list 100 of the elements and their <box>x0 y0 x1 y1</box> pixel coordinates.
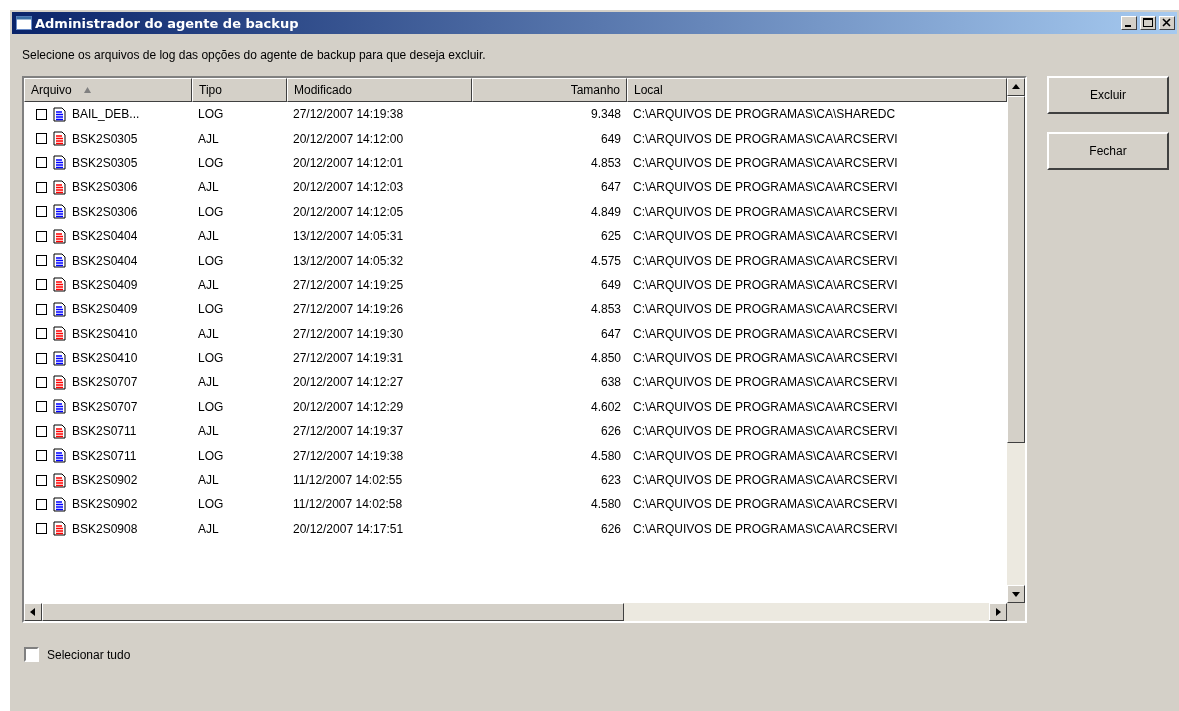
table-cell-text: LOG <box>197 399 225 414</box>
row-checkbox[interactable] <box>36 303 47 315</box>
row-checkbox[interactable] <box>36 108 47 120</box>
delete-button[interactable]: Excluir <box>1047 76 1169 114</box>
table-cell-text: LOG <box>197 155 225 170</box>
table-cell-text: 27/12/2007 14:19:31 <box>292 351 405 366</box>
maximize-icon[interactable] <box>1140 16 1156 30</box>
table-cell-text: C:\ARQUIVOS DE PROGRAMAS\CA\ARCSERVI <box>632 375 899 390</box>
table-cell-text: C:\ARQUIVOS DE PROGRAMAS\CA\ARCSERVI <box>632 155 899 170</box>
table-cell-text: AJL <box>197 375 220 390</box>
row-checkbox[interactable] <box>36 181 47 193</box>
document-icon <box>53 155 66 171</box>
document-icon <box>53 399 66 415</box>
table-cell-text: C:\ARQUIVOS DE PROGRAMAS\CA\ARCSERVI <box>632 277 899 292</box>
document-icon <box>53 106 66 122</box>
document-icon <box>53 228 66 244</box>
document-icon <box>53 423 66 439</box>
document-icon <box>53 350 66 366</box>
table-cell-text: 20/12/2007 14:12:03 <box>292 180 405 195</box>
file-name-cell: BSK2S0305 <box>72 155 138 170</box>
column-header[interactable]: Local <box>627 78 1007 102</box>
table-cell-text: C:\ARQUIVOS DE PROGRAMAS\CA\ARCSERVI <box>632 497 899 512</box>
table-cell-text: 20/12/2007 14:12:01 <box>292 155 405 170</box>
document-icon <box>53 521 66 537</box>
document-icon <box>53 301 66 317</box>
file-name-cell: BSK2S0902 <box>72 473 138 488</box>
close-icon[interactable] <box>1159 16 1175 30</box>
table-cell-text: 13/12/2007 14:05:31 <box>292 229 405 244</box>
document-icon <box>53 253 66 269</box>
table-cell-text: LOG <box>197 253 225 268</box>
row-checkbox[interactable] <box>36 498 47 510</box>
row-checkbox[interactable] <box>36 377 47 388</box>
file-name-cell: BSK2S0404 <box>72 229 138 244</box>
table-cell-text: C:\ARQUIVOS DE PROGRAMAS\CA\ARCSERVI <box>632 180 899 195</box>
row-checkbox[interactable] <box>36 474 47 486</box>
select-all-label[interactable]: Selecionar tudo <box>47 647 131 662</box>
row-checkbox[interactable] <box>36 328 47 340</box>
row-checkbox[interactable] <box>36 523 47 535</box>
file-name-cell: BAIL_DEB... <box>72 107 140 122</box>
row-checkbox[interactable] <box>36 401 47 413</box>
table-cell-text: 4.580 <box>589 448 622 463</box>
row-checkbox[interactable] <box>36 133 47 145</box>
table-cell-text: 623 <box>599 473 622 488</box>
table-cell-text: LOG <box>197 107 225 122</box>
window-icon <box>16 16 32 30</box>
row-checkbox[interactable] <box>36 425 47 437</box>
table-cell-text: C:\ARQUIVOS DE PROGRAMAS\CA\ARCSERVI <box>632 448 899 463</box>
file-name-cell: BSK2S0410 <box>72 351 138 366</box>
file-name-cell: BSK2S0305 <box>72 131 138 146</box>
table-cell-text: C:\ARQUIVOS DE PROGRAMAS\CA\ARCSERVI <box>632 473 899 488</box>
scroll-left-icon[interactable] <box>24 603 42 621</box>
table-cell-text: 638 <box>599 375 622 390</box>
row-checkbox[interactable] <box>36 230 47 242</box>
file-name-cell: BSK2S0707 <box>72 375 138 390</box>
select-all-checkbox[interactable] <box>24 647 39 662</box>
column-header[interactable]: Arquivo <box>24 78 192 102</box>
table-cell-text: 649 <box>599 131 622 146</box>
table-cell-text: AJL <box>197 229 220 244</box>
table-cell-text: 20/12/2007 14:12:29 <box>292 399 405 414</box>
table-cell-text: AJL <box>197 473 220 488</box>
document-icon <box>53 179 66 195</box>
table-cell-text: 9.348 <box>589 107 622 122</box>
close-button[interactable]: Fechar <box>1047 132 1169 170</box>
row-checkbox[interactable] <box>36 255 47 267</box>
file-name-cell: BSK2S0409 <box>72 277 138 292</box>
row-checkbox[interactable] <box>36 157 47 169</box>
horizontal-scrollbar[interactable] <box>24 603 1007 621</box>
scroll-thumb[interactable] <box>42 603 624 621</box>
document-icon <box>53 326 66 342</box>
row-checkbox[interactable] <box>36 206 47 218</box>
scroll-right-icon[interactable] <box>989 603 1007 621</box>
table-cell-text: C:\ARQUIVOS DE PROGRAMAS\CA\ARCSERVI <box>632 326 899 341</box>
file-name-cell: BSK2S0306 <box>72 204 138 219</box>
scroll-down-icon[interactable] <box>1007 585 1025 603</box>
column-header[interactable]: Modificado <box>287 78 472 102</box>
table-cell-text: C:\ARQUIVOS DE PROGRAMAS\CA\ARCSERVI <box>632 521 899 536</box>
table-cell-text: 625 <box>599 229 622 244</box>
column-header[interactable]: Tamanho <box>472 78 627 102</box>
table-cell-text: 27/12/2007 14:19:38 <box>292 107 405 122</box>
table-cell-text: 20/12/2007 14:12:00 <box>292 131 405 146</box>
vertical-scrollbar[interactable] <box>1007 78 1025 603</box>
table-cell-text: LOG <box>197 302 225 317</box>
scroll-thumb[interactable] <box>1007 96 1025 443</box>
row-checkbox[interactable] <box>36 450 47 462</box>
table-cell-text: 647 <box>599 180 622 195</box>
table-cell-text: AJL <box>197 131 220 146</box>
column-header[interactable]: Tipo <box>192 78 287 102</box>
file-name-cell: BSK2S0711 <box>72 448 137 463</box>
file-name-cell: BSK2S0711 <box>72 424 137 439</box>
row-checkbox[interactable] <box>36 352 47 364</box>
table-cell-text: 4.580 <box>589 497 622 512</box>
table-cell-text: 27/12/2007 14:19:30 <box>292 326 405 341</box>
table-cell-text: 27/12/2007 14:19:38 <box>292 448 405 463</box>
table-cell-text: AJL <box>197 424 220 439</box>
minimize-icon[interactable] <box>1121 16 1137 30</box>
row-checkbox[interactable] <box>36 279 47 291</box>
table-cell-text: C:\ARQUIVOS DE PROGRAMAS\CA\ARCSERVI <box>632 253 899 268</box>
table-cell-text: 4.849 <box>589 204 622 219</box>
table-cell-text: AJL <box>197 277 220 292</box>
scroll-up-icon[interactable] <box>1007 78 1025 96</box>
